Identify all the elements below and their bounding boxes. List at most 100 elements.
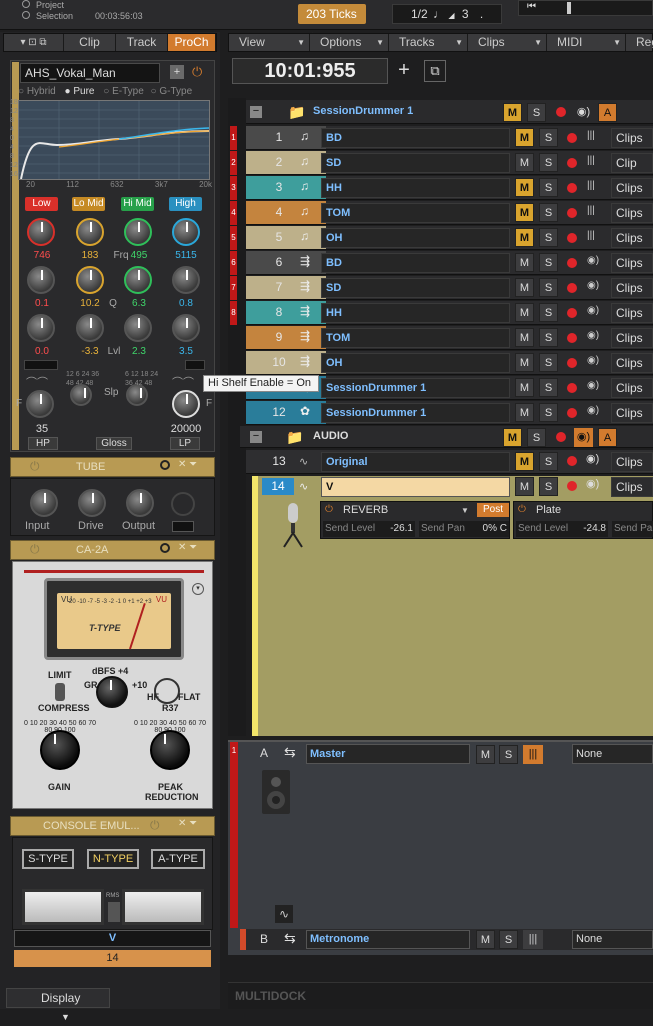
clips-lane-label[interactable]: Clips: [611, 178, 653, 198]
menu-tracks[interactable]: Tracks ▼: [389, 34, 468, 51]
rewind-icon[interactable]: ⏮: [527, 1, 536, 12]
eq-preset-field[interactable]: AHS_Vokal_Man: [20, 63, 160, 83]
midi-waveform-icon[interactable]: |||: [587, 180, 595, 191]
tube-input-knob[interactable]: [30, 489, 58, 517]
track-name-field[interactable]: SD: [321, 153, 510, 173]
track-name-field[interactable]: HH: [321, 178, 510, 198]
mute-button[interactable]: M: [515, 178, 534, 197]
record-button[interactable]: [567, 158, 577, 168]
folder-solo-button[interactable]: S: [527, 428, 546, 447]
n-type-button[interactable]: N-TYPE: [87, 849, 139, 869]
folder-archive-button[interactable]: A: [598, 103, 617, 122]
add-track-icon[interactable]: +: [394, 60, 414, 82]
meter-mode-icon[interactable]: ▾: [192, 583, 204, 595]
tab-clip[interactable]: Clip: [64, 34, 116, 51]
tube-toggle[interactable]: [172, 521, 194, 532]
input-echo-icon[interactable]: ◉): [586, 477, 599, 490]
track-name-field[interactable]: BD: [321, 253, 510, 273]
mute-button[interactable]: M: [515, 228, 534, 247]
folder-record-button[interactable]: [556, 432, 566, 442]
lomid-q-knob[interactable]: [76, 266, 104, 294]
midi-waveform-icon[interactable]: |||: [587, 230, 595, 241]
input-echo-icon[interactable]: ◉): [574, 103, 593, 122]
collapse-icon[interactable]: ✕ ⏷: [178, 818, 197, 829]
meter-select-knob[interactable]: [96, 676, 128, 708]
low-freq-knob[interactable]: [27, 218, 55, 246]
lp-button[interactable]: LP: [170, 437, 200, 450]
power-icon[interactable]: ⏻: [518, 504, 526, 515]
track-name-field[interactable]: OH: [321, 353, 510, 373]
clips-lane-label[interactable]: Clips: [611, 452, 653, 472]
input-echo-icon[interactable]: ◉): [586, 452, 599, 465]
a-type-button[interactable]: A-TYPE: [151, 849, 205, 869]
record-button[interactable]: [567, 208, 577, 218]
track-name-field[interactable]: V: [321, 477, 510, 497]
folder-solo-button[interactable]: S: [527, 103, 546, 122]
bus-row-metronome[interactable]: B ⇆ Metronome M S ||| None: [240, 929, 653, 950]
power-icon[interactable]: ⏻: [192, 64, 202, 80]
bus-name-field[interactable]: Metronome: [306, 930, 470, 949]
input-echo-icon[interactable]: ◉): [587, 280, 599, 291]
midi-waveform-icon[interactable]: |||: [587, 130, 595, 141]
high-freq-knob[interactable]: [172, 218, 200, 246]
snap-ticks-button[interactable]: 203 Ticks ◢: [298, 4, 366, 40]
menu-region[interactable]: Regi: [626, 34, 653, 51]
solo-button[interactable]: S: [539, 228, 558, 247]
limit-compress-switch[interactable]: [55, 683, 65, 701]
track-name-field[interactable]: SessionDrummer 1: [321, 403, 510, 423]
high-level-knob[interactable]: [172, 314, 200, 342]
record-button[interactable]: [567, 383, 577, 393]
send-name[interactable]: Plate: [536, 504, 561, 516]
input-echo-icon[interactable]: ◉): [587, 405, 599, 416]
solo-button[interactable]: S: [499, 930, 518, 949]
time-display[interactable]: 10:01:955: [232, 58, 388, 84]
bus-row-master[interactable]: A ⇆ Master M S ||| None: [252, 744, 653, 765]
input-echo-icon[interactable]: ◉): [587, 355, 599, 366]
mode-radio-gtype[interactable]: ○ G-Type: [151, 86, 193, 97]
clips-lane-label[interactable]: Clips: [611, 328, 653, 348]
transport-scrubber[interactable]: ⏮: [518, 0, 653, 16]
clips-lane-label[interactable]: Clips: [611, 278, 653, 298]
clips-lane-label[interactable]: Clips: [611, 303, 653, 323]
record-button[interactable]: [567, 283, 577, 293]
hi-shelf-toggle[interactable]: [185, 360, 205, 370]
strip-track-name[interactable]: V: [14, 930, 211, 947]
note-duration-selector[interactable]: 1/2 ♩ ◢ 3 .: [392, 4, 502, 24]
mute-button[interactable]: M: [476, 930, 495, 949]
tube-drive-knob[interactable]: [78, 489, 106, 517]
clips-lane-label[interactable]: Clips: [611, 353, 653, 373]
mute-button[interactable]: M: [515, 278, 534, 297]
collapse-icon[interactable]: −: [250, 106, 262, 118]
clips-lane-label[interactable]: Clips: [611, 203, 653, 223]
power-icon[interactable]: ⏻: [30, 459, 40, 474]
track-name-field[interactable]: TOM: [321, 203, 510, 223]
track-name-field[interactable]: OH: [321, 228, 510, 248]
send-pan-slider[interactable]: Send Pan 0% C: [419, 521, 509, 537]
folder-archive-button[interactable]: A: [598, 428, 617, 447]
track-name-field[interactable]: Original: [321, 452, 510, 472]
menu-clips[interactable]: Clips ▼: [468, 34, 547, 51]
power-icon[interactable]: ⏻: [30, 542, 40, 557]
send-name[interactable]: REVERB: [343, 504, 388, 516]
clips-lane-label[interactable]: Clips: [611, 378, 653, 398]
solo-button[interactable]: S: [539, 328, 558, 347]
mute-button[interactable]: M: [515, 153, 534, 172]
solo-button[interactable]: S: [539, 378, 558, 397]
lomid-freq-knob[interactable]: [76, 218, 104, 246]
solo-button[interactable]: S: [539, 203, 558, 222]
collapse-icon[interactable]: ✕ ⏷: [178, 459, 197, 470]
clips-lane-label[interactable]: Clips: [611, 253, 653, 273]
hp-freq-knob[interactable]: [26, 390, 54, 418]
record-button[interactable]: [567, 408, 577, 418]
bus-output-select[interactable]: None: [572, 930, 653, 949]
hp-slope-knob[interactable]: [70, 384, 92, 406]
scrub-handle[interactable]: [567, 2, 571, 14]
eq-frequency-graph[interactable]: [18, 100, 210, 180]
solo-button[interactable]: S: [539, 303, 558, 322]
tab-prochannel[interactable]: ProCh: [168, 34, 216, 51]
solo-button[interactable]: S: [539, 128, 558, 147]
menu-options[interactable]: Options ▼: [310, 34, 389, 51]
low-shelf-toggle[interactable]: [24, 360, 58, 370]
folder-name[interactable]: AUDIO: [313, 430, 348, 442]
input-echo-icon[interactable]: ◉): [587, 380, 599, 391]
